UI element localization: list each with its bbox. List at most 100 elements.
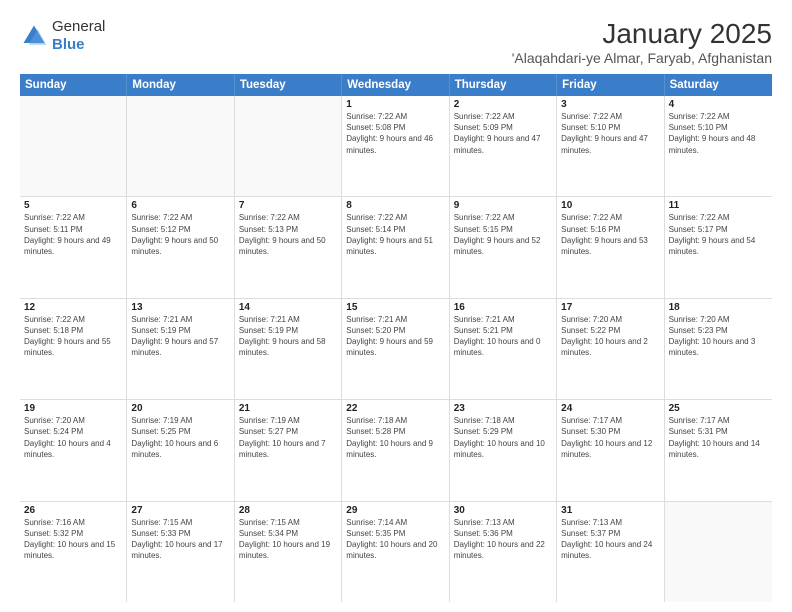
day-cell-30: 30Sunrise: 7:13 AM Sunset: 5:36 PM Dayli… (450, 502, 557, 602)
day-info: Sunrise: 7:19 AM Sunset: 5:25 PM Dayligh… (131, 415, 229, 460)
header-day-wednesday: Wednesday (342, 74, 449, 96)
day-number: 26 (24, 505, 122, 516)
day-number: 9 (454, 200, 552, 211)
day-cell-16: 16Sunrise: 7:21 AM Sunset: 5:21 PM Dayli… (450, 299, 557, 399)
day-number: 12 (24, 302, 122, 313)
week-row-1: 1Sunrise: 7:22 AM Sunset: 5:08 PM Daylig… (20, 96, 772, 197)
day-info: Sunrise: 7:17 AM Sunset: 5:31 PM Dayligh… (669, 415, 768, 460)
day-number: 17 (561, 302, 659, 313)
header: General Blue January 2025 'Alaqahdari-ye… (20, 18, 772, 66)
day-info: Sunrise: 7:22 AM Sunset: 5:17 PM Dayligh… (669, 212, 768, 257)
day-cell-23: 23Sunrise: 7:18 AM Sunset: 5:29 PM Dayli… (450, 400, 557, 500)
day-number: 4 (669, 99, 768, 110)
week-row-5: 26Sunrise: 7:16 AM Sunset: 5:32 PM Dayli… (20, 502, 772, 602)
day-cell-8: 8Sunrise: 7:22 AM Sunset: 5:14 PM Daylig… (342, 197, 449, 297)
day-info: Sunrise: 7:22 AM Sunset: 5:16 PM Dayligh… (561, 212, 659, 257)
day-cell-21: 21Sunrise: 7:19 AM Sunset: 5:27 PM Dayli… (235, 400, 342, 500)
header-day-friday: Friday (557, 74, 664, 96)
day-number: 20 (131, 403, 229, 414)
day-cell-18: 18Sunrise: 7:20 AM Sunset: 5:23 PM Dayli… (665, 299, 772, 399)
day-number: 31 (561, 505, 659, 516)
calendar-header: SundayMondayTuesdayWednesdayThursdayFrid… (20, 74, 772, 96)
day-cell-27: 27Sunrise: 7:15 AM Sunset: 5:33 PM Dayli… (127, 502, 234, 602)
day-cell-28: 28Sunrise: 7:15 AM Sunset: 5:34 PM Dayli… (235, 502, 342, 602)
day-info: Sunrise: 7:17 AM Sunset: 5:30 PM Dayligh… (561, 415, 659, 460)
calendar: SundayMondayTuesdayWednesdayThursdayFrid… (20, 74, 772, 602)
logo-text: General Blue (52, 18, 105, 54)
day-number: 23 (454, 403, 552, 414)
day-cell-1: 1Sunrise: 7:22 AM Sunset: 5:08 PM Daylig… (342, 96, 449, 196)
day-cell-6: 6Sunrise: 7:22 AM Sunset: 5:12 PM Daylig… (127, 197, 234, 297)
day-info: Sunrise: 7:22 AM Sunset: 5:09 PM Dayligh… (454, 111, 552, 156)
day-info: Sunrise: 7:22 AM Sunset: 5:18 PM Dayligh… (24, 314, 122, 359)
day-info: Sunrise: 7:21 AM Sunset: 5:19 PM Dayligh… (239, 314, 337, 359)
logo-icon (20, 22, 48, 50)
day-info: Sunrise: 7:20 AM Sunset: 5:24 PM Dayligh… (24, 415, 122, 460)
day-cell-14: 14Sunrise: 7:21 AM Sunset: 5:19 PM Dayli… (235, 299, 342, 399)
day-cell-5: 5Sunrise: 7:22 AM Sunset: 5:11 PM Daylig… (20, 197, 127, 297)
day-info: Sunrise: 7:22 AM Sunset: 5:08 PM Dayligh… (346, 111, 444, 156)
day-number: 2 (454, 99, 552, 110)
day-number: 13 (131, 302, 229, 313)
day-cell-22: 22Sunrise: 7:18 AM Sunset: 5:28 PM Dayli… (342, 400, 449, 500)
day-cell-12: 12Sunrise: 7:22 AM Sunset: 5:18 PM Dayli… (20, 299, 127, 399)
day-number: 1 (346, 99, 444, 110)
day-cell-25: 25Sunrise: 7:17 AM Sunset: 5:31 PM Dayli… (665, 400, 772, 500)
header-day-saturday: Saturday (665, 74, 772, 96)
day-info: Sunrise: 7:22 AM Sunset: 5:10 PM Dayligh… (561, 111, 659, 156)
day-number: 27 (131, 505, 229, 516)
day-number: 7 (239, 200, 337, 211)
day-cell-15: 15Sunrise: 7:21 AM Sunset: 5:20 PM Dayli… (342, 299, 449, 399)
week-row-4: 19Sunrise: 7:20 AM Sunset: 5:24 PM Dayli… (20, 400, 772, 501)
day-info: Sunrise: 7:18 AM Sunset: 5:29 PM Dayligh… (454, 415, 552, 460)
day-cell-13: 13Sunrise: 7:21 AM Sunset: 5:19 PM Dayli… (127, 299, 234, 399)
day-info: Sunrise: 7:21 AM Sunset: 5:20 PM Dayligh… (346, 314, 444, 359)
day-number: 14 (239, 302, 337, 313)
month-title: January 2025 (512, 18, 772, 50)
day-info: Sunrise: 7:21 AM Sunset: 5:21 PM Dayligh… (454, 314, 552, 359)
day-info: Sunrise: 7:19 AM Sunset: 5:27 PM Dayligh… (239, 415, 337, 460)
day-info: Sunrise: 7:22 AM Sunset: 5:12 PM Dayligh… (131, 212, 229, 257)
header-day-monday: Monday (127, 74, 234, 96)
week-row-2: 5Sunrise: 7:22 AM Sunset: 5:11 PM Daylig… (20, 197, 772, 298)
day-cell-20: 20Sunrise: 7:19 AM Sunset: 5:25 PM Dayli… (127, 400, 234, 500)
day-cell-31: 31Sunrise: 7:13 AM Sunset: 5:37 PM Dayli… (557, 502, 664, 602)
header-day-tuesday: Tuesday (235, 74, 342, 96)
day-cell-3: 3Sunrise: 7:22 AM Sunset: 5:10 PM Daylig… (557, 96, 664, 196)
header-day-thursday: Thursday (450, 74, 557, 96)
day-number: 16 (454, 302, 552, 313)
calendar-body: 1Sunrise: 7:22 AM Sunset: 5:08 PM Daylig… (20, 96, 772, 602)
day-info: Sunrise: 7:22 AM Sunset: 5:10 PM Dayligh… (669, 111, 768, 156)
location-title: 'Alaqahdari-ye Almar, Faryab, Afghanista… (512, 50, 772, 66)
logo-general: General (52, 18, 105, 35)
day-cell-19: 19Sunrise: 7:20 AM Sunset: 5:24 PM Dayli… (20, 400, 127, 500)
day-cell-26: 26Sunrise: 7:16 AM Sunset: 5:32 PM Dayli… (20, 502, 127, 602)
day-cell-11: 11Sunrise: 7:22 AM Sunset: 5:17 PM Dayli… (665, 197, 772, 297)
day-info: Sunrise: 7:22 AM Sunset: 5:11 PM Dayligh… (24, 212, 122, 257)
day-cell-10: 10Sunrise: 7:22 AM Sunset: 5:16 PM Dayli… (557, 197, 664, 297)
logo-blue: Blue (52, 36, 85, 53)
day-number: 22 (346, 403, 444, 414)
day-cell-17: 17Sunrise: 7:20 AM Sunset: 5:22 PM Dayli… (557, 299, 664, 399)
day-cell-29: 29Sunrise: 7:14 AM Sunset: 5:35 PM Dayli… (342, 502, 449, 602)
day-number: 19 (24, 403, 122, 414)
day-number: 28 (239, 505, 337, 516)
day-cell-9: 9Sunrise: 7:22 AM Sunset: 5:15 PM Daylig… (450, 197, 557, 297)
day-number: 29 (346, 505, 444, 516)
day-info: Sunrise: 7:13 AM Sunset: 5:37 PM Dayligh… (561, 517, 659, 562)
day-cell-4: 4Sunrise: 7:22 AM Sunset: 5:10 PM Daylig… (665, 96, 772, 196)
day-number: 8 (346, 200, 444, 211)
empty-cell (665, 502, 772, 602)
title-block: January 2025 'Alaqahdari-ye Almar, Farya… (512, 18, 772, 66)
day-cell-24: 24Sunrise: 7:17 AM Sunset: 5:30 PM Dayli… (557, 400, 664, 500)
day-number: 3 (561, 99, 659, 110)
day-info: Sunrise: 7:20 AM Sunset: 5:22 PM Dayligh… (561, 314, 659, 359)
empty-cell (127, 96, 234, 196)
week-row-3: 12Sunrise: 7:22 AM Sunset: 5:18 PM Dayli… (20, 299, 772, 400)
day-number: 5 (24, 200, 122, 211)
day-info: Sunrise: 7:20 AM Sunset: 5:23 PM Dayligh… (669, 314, 768, 359)
day-number: 11 (669, 200, 768, 211)
day-info: Sunrise: 7:15 AM Sunset: 5:33 PM Dayligh… (131, 517, 229, 562)
page: General Blue January 2025 'Alaqahdari-ye… (0, 0, 792, 612)
day-info: Sunrise: 7:15 AM Sunset: 5:34 PM Dayligh… (239, 517, 337, 562)
